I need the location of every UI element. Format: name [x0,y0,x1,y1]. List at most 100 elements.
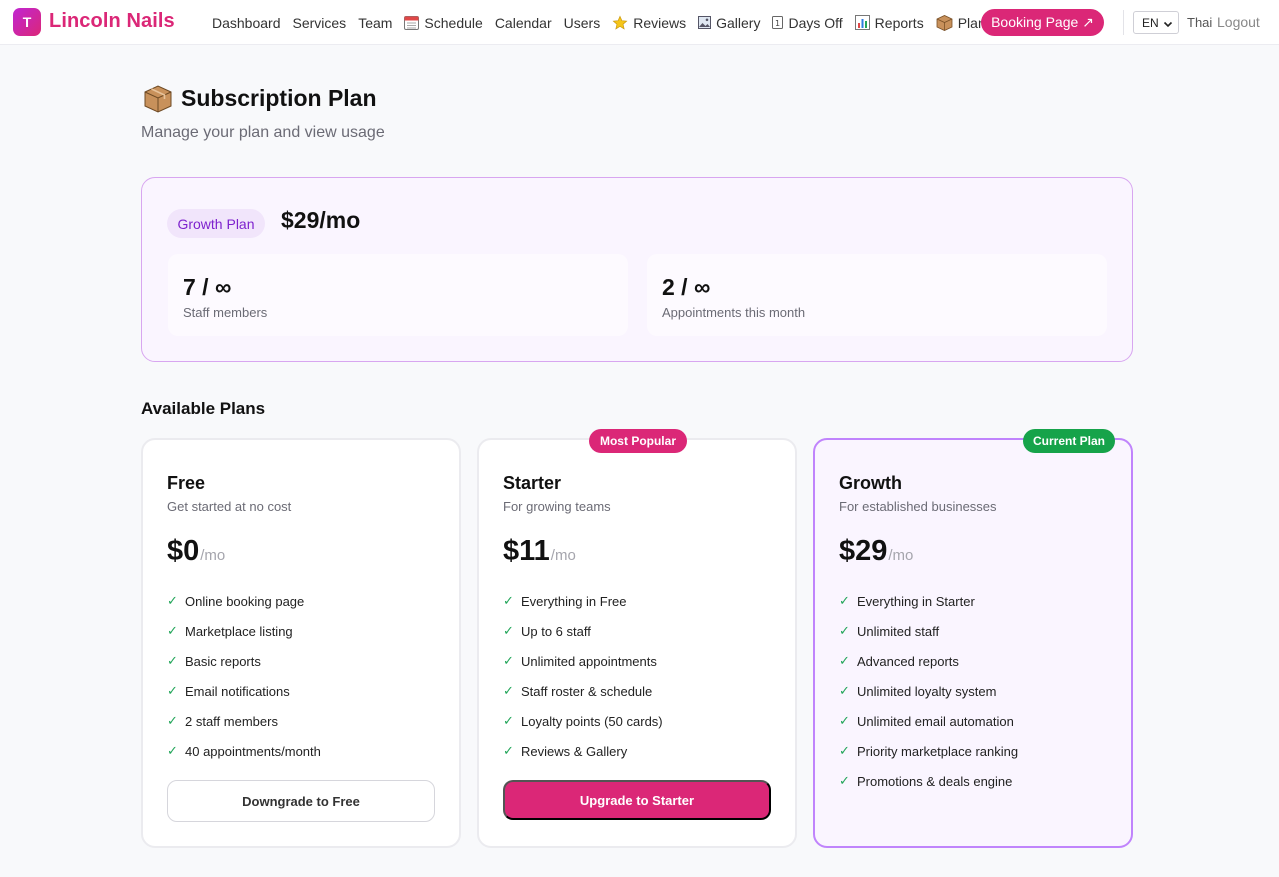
page-subtitle: Manage your plan and view usage [141,124,385,141]
main-nav: Dashboard Services Team Schedule Calenda… [212,0,998,45]
feature-label: 40 appointments/month [185,743,321,759]
nav-label-reports: Reports [874,14,924,31]
nav-calendar[interactable]: Calendar [495,15,552,31]
feature-item: ✓ Priority marketplace ranking [839,736,1018,766]
feature-label: Loyalty points (50 cards) [521,713,663,729]
current-plan-badge: Current Plan [1023,429,1115,453]
feature-label: Unlimited loyalty system [857,683,997,699]
feature-item: ✓ Loyalty points (50 cards) [503,706,663,736]
nav-users[interactable]: Users [564,15,601,31]
plan-card-starter: Most Popular Starter For growing teams $… [477,429,797,848]
feature-label: Unlimited email automation [857,713,1014,729]
feature-label: Up to 6 staff [521,623,591,639]
package-icon [936,14,953,31]
check-icon: ✓ [839,713,850,728]
plan-description: For growing teams [503,499,611,514]
logo-icon[interactable]: T [13,8,41,36]
plan-name: Starter [503,473,562,493]
feature-item: ✓ Staff roster & schedule [503,676,663,706]
nav-label-reviews: Reviews [633,14,687,31]
feature-list: ✓ Online booking page ✓ Marketplace listin… [167,586,321,766]
thai-language-link[interactable]: Thai [1187,15,1212,30]
feature-label: Unlimited staff [857,623,940,639]
feature-item: ✓ Email notifications [167,676,321,706]
current-plan-card: Growth Plan $29/mo 7 / ∞ Staff members 2… [141,177,1133,362]
upgrade-to-starter-button[interactable]: Upgrade to Starter [503,780,771,820]
nav-reports[interactable]: Reports [854,14,924,31]
nav-services[interactable]: Services [293,15,347,31]
feature-item: ✓ Online booking page [167,586,321,616]
feature-item: ✓ Basic reports [167,646,321,676]
feature-item: ✓ Unlimited staff [839,616,1018,646]
feature-label: Everything in Free [521,593,627,609]
check-icon: ✓ [503,593,514,608]
nav-plan[interactable]: Plan [936,14,986,31]
feature-label: Reviews & Gallery [521,743,628,759]
nav-team[interactable]: Team [358,15,392,31]
plan-period: /mo [888,547,914,564]
divider [1123,10,1124,35]
feature-label: Basic reports [185,653,261,669]
language-select[interactable]: EN [1133,11,1179,34]
plan-description: Get started at no cost [167,499,292,514]
check-icon: ✓ [503,713,514,728]
package-icon [143,84,173,119]
usage-staff-value: 7 / ∞ [183,274,232,300]
nav-schedule[interactable]: Schedule [404,15,483,31]
plan-price: $29 /mo [839,535,913,568]
feature-item: ✓ Unlimited email automation [839,706,1018,736]
nav-label-days-off: Days Off [788,14,843,31]
booking-page-button[interactable]: Booking Page ↗ [981,9,1104,36]
calendar-page-icon [404,15,420,30]
plan-card-free: Free Get started at no cost $0 /mo ✓ Onli… [141,438,461,848]
available-plans-heading: Available Plans [141,399,266,418]
feature-label: 2 staff members [185,713,278,729]
star-icon [612,15,628,31]
feature-label: Unlimited appointments [521,653,657,669]
usage-appointments-label: Appointments this month [662,305,806,320]
nav-reviews[interactable]: Reviews [612,15,686,31]
plan-name: Growth [839,473,902,493]
feature-label: Online booking page [185,593,305,609]
plan-price: $11 /mo [503,535,576,568]
feature-label: Email notifications [185,683,290,699]
feature-item: ✓ Everything in Free [503,586,663,616]
usage-appointments-value: 2 / ∞ [662,274,711,300]
feature-item: ✓ Unlimited loyalty system [839,676,1018,706]
feature-label: Everything in Starter [857,593,975,609]
plan-amount: $0 [167,535,200,567]
feature-item: ✓ 40 appointments/month [167,736,321,766]
picture-icon [698,16,712,29]
check-icon: ✓ [167,653,178,668]
feature-item: ✓ Up to 6 staff [503,616,663,646]
check-icon: ✓ [839,683,850,698]
feature-item: ✓ Unlimited appointments [503,646,663,676]
check-icon: ✓ [167,713,178,728]
plan-period: /mo [550,547,576,564]
feature-label: Promotions & deals engine [857,773,1013,789]
nav-gallery[interactable]: Gallery [698,15,760,31]
nav-days-off[interactable]: 1 Days Off [772,14,843,31]
nav-label-dashboard: Dashboard [212,14,281,31]
feature-item: ✓ Reviews & Gallery [503,736,663,766]
feature-label: Advanced reports [857,653,959,669]
check-icon: ✓ [167,683,178,698]
feature-item: ✓ Everything in Starter [839,586,1018,616]
feature-item: ✓ Promotions & deals engine [839,766,1018,796]
brand-name[interactable]: Lincoln Nails [49,10,175,33]
nav-label-services: Services [292,14,347,31]
check-icon: ✓ [839,653,850,668]
info-icon: 1 [772,16,784,29]
logout-link[interactable]: Logout [1217,14,1260,30]
usage-staff: 7 / ∞ Staff members [168,254,628,336]
downgrade-to-free-button[interactable]: Downgrade to Free [167,780,435,822]
nav-label-calendar: Calendar [494,14,552,31]
check-icon: ✓ [503,623,514,638]
feature-label: Marketplace listing [185,623,293,639]
nav-label-gallery: Gallery [716,14,761,31]
plan-card-growth: Current Plan Growth For established busi… [813,429,1133,848]
nav-label-users: Users [563,14,601,31]
current-plan-badge: Growth Plan [167,209,265,238]
nav-dashboard[interactable]: Dashboard [212,15,281,31]
plan-description: For established businesses [839,499,997,514]
